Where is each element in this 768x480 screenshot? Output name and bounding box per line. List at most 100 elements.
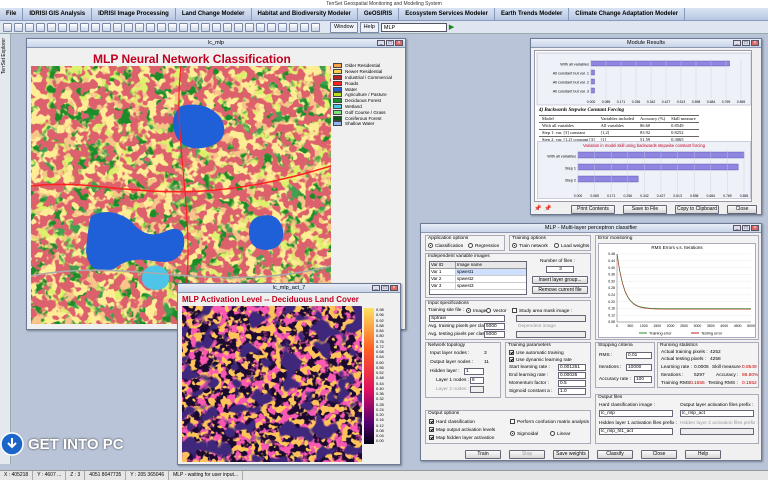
- maximize-icon[interactable]: □: [381, 285, 389, 291]
- menu-climate-change[interactable]: Climate Change Adaptation Modeler: [569, 7, 686, 21]
- menu-image-processing[interactable]: IDRISI Image Processing: [92, 7, 176, 21]
- rms-input[interactable]: 0.01: [626, 352, 652, 359]
- vector-radio[interactable]: Vector: [486, 308, 507, 314]
- menu-land-change-modeler[interactable]: Land Change Modeler: [176, 7, 252, 21]
- map-activation-checkbox[interactable]: Map output activation levels: [429, 427, 495, 433]
- train-button[interactable]: Train: [465, 450, 501, 459]
- close-icon[interactable]: ×: [751, 225, 759, 231]
- palette-icon[interactable]: [135, 22, 144, 32]
- shortcut-icon[interactable]: [201, 22, 210, 32]
- dependent-image-input[interactable]: [516, 331, 586, 338]
- automatic-training-checkbox[interactable]: Use automatic training: [509, 350, 564, 356]
- mlp-dialog[interactable]: MLP - Multi-layer perceptron classifier _…: [420, 223, 762, 461]
- window-menu-button[interactable]: Window: [330, 21, 358, 33]
- shortcut-combo[interactable]: MLP: [380, 22, 447, 32]
- maximize-icon[interactable]: □: [386, 40, 394, 46]
- study-mask-input[interactable]: [516, 315, 586, 322]
- copy-to-clipboard-button[interactable]: Copy to Clipboard: [675, 205, 719, 214]
- print-contents-button[interactable]: Print Contents: [571, 205, 615, 214]
- table-row[interactable]: Var 2 spwest2: [430, 275, 526, 283]
- close-icon[interactable]: ×: [751, 40, 759, 46]
- settings-icon[interactable]: [289, 22, 298, 32]
- hard-classification-checkbox[interactable]: Hard classification: [429, 419, 475, 425]
- grid-icon[interactable]: [300, 22, 309, 32]
- linear-radio[interactable]: Linear: [550, 431, 570, 437]
- zoom-out-icon[interactable]: [58, 22, 67, 32]
- avg-train-input[interactable]: 5000: [484, 323, 505, 330]
- edit-icon[interactable]: [113, 22, 122, 32]
- mlp-close-button[interactable]: Close: [641, 450, 677, 459]
- image-radio[interactable]: Image: [466, 308, 486, 314]
- dynamic-rate-checkbox[interactable]: Use dynamic learning rate: [509, 357, 572, 363]
- metadata-icon[interactable]: [168, 22, 177, 32]
- undo-icon[interactable]: [256, 22, 265, 32]
- table-row[interactable]: Var 3 spwest3: [430, 282, 526, 290]
- histogram-icon[interactable]: [157, 22, 166, 32]
- map-window-activation[interactable]: lc_mlp_act_7 _ □ × MLP Activation Level -- …: [177, 283, 401, 465]
- avg-test-input[interactable]: 5000: [484, 331, 505, 338]
- layer1-nodes-input[interactable]: 6: [470, 377, 484, 384]
- variable-grid[interactable]: Var ID Image name Var 1 spwest1 Var 2 spwes…: [429, 261, 527, 295]
- pan-icon[interactable]: [69, 22, 78, 32]
- hidden-prefix-input[interactable]: lc_mlp_hl1_act: [599, 428, 673, 435]
- save-weights-button[interactable]: Save weights: [553, 450, 589, 459]
- measure-icon[interactable]: [91, 22, 100, 32]
- table-row[interactable]: Var 1 spwest1: [430, 268, 526, 276]
- menu-ecosystem-services[interactable]: Ecosystem Services Modeler: [399, 7, 495, 21]
- study-mask-checkbox[interactable]: Study area mask image :: [512, 308, 572, 314]
- terrset-explorer-sidebar[interactable]: TerrSet Explorer: [0, 34, 11, 464]
- save-to-file-button[interactable]: Save to File: [623, 205, 667, 214]
- maximize-icon[interactable]: □: [742, 225, 750, 231]
- results-content[interactable]: With all variables All constant but var. …: [534, 50, 752, 202]
- refresh-icon[interactable]: [212, 22, 221, 32]
- activation-map[interactable]: [182, 306, 362, 462]
- minimize-icon[interactable]: _: [733, 40, 741, 46]
- activation-prefix-input[interactable]: lc_mlp_act: [680, 410, 754, 417]
- save-icon[interactable]: [14, 22, 23, 32]
- menu-gis-analysis[interactable]: IDRISI GIS Analysis: [23, 7, 93, 21]
- close-icon[interactable]: ×: [395, 40, 403, 46]
- pin2-icon[interactable]: 📌: [544, 205, 553, 213]
- run-icon[interactable]: ▶: [449, 23, 454, 31]
- start-rate-input[interactable]: 0.001251: [558, 364, 586, 371]
- info-icon[interactable]: [278, 22, 287, 32]
- minimize-icon[interactable]: _: [372, 285, 380, 291]
- layer-icon[interactable]: [124, 22, 133, 32]
- chart-icon[interactable]: [311, 22, 320, 32]
- mlp-help-button[interactable]: Help: [685, 450, 721, 459]
- display-icon[interactable]: [25, 22, 34, 32]
- accuracy-rate-input[interactable]: 100: [634, 376, 652, 383]
- paste-icon[interactable]: [245, 22, 254, 32]
- menu-geosiris[interactable]: GeOSIRIS: [358, 7, 400, 21]
- copy-icon[interactable]: [234, 22, 243, 32]
- load-weights-radio[interactable]: Load weights: [554, 243, 589, 249]
- stop-button[interactable]: Stop: [509, 450, 545, 459]
- menu-habitat-modeler[interactable]: Habitat and Biodiversity Modeler: [252, 7, 358, 21]
- confusion-matrix-checkbox[interactable]: Perform confusion matrix analysis: [510, 419, 589, 425]
- sigmoid-input[interactable]: 1.0: [558, 388, 586, 395]
- zoom-in-icon[interactable]: [47, 22, 56, 32]
- calculator-icon[interactable]: [179, 22, 188, 32]
- module-results-window[interactable]: Module Results _ □ × With all variables All …: [530, 38, 762, 215]
- classify-button[interactable]: Classify: [597, 450, 633, 459]
- maximize-icon[interactable]: □: [742, 40, 750, 46]
- hard-image-input[interactable]: lc_mlp: [599, 410, 673, 417]
- digitize-icon[interactable]: [102, 22, 111, 32]
- macro-icon[interactable]: [190, 22, 199, 32]
- num-files-input[interactable]: 3: [546, 266, 574, 273]
- stretch-icon[interactable]: [146, 22, 155, 32]
- momentum-input[interactable]: 0.5: [558, 380, 586, 387]
- classification-radio[interactable]: Classification: [428, 243, 463, 249]
- query-icon[interactable]: [80, 22, 89, 32]
- open-icon[interactable]: [3, 22, 12, 32]
- hidden2-prefix-input[interactable]: [680, 428, 754, 435]
- sigmoidal-radio[interactable]: Sigmoidal: [510, 431, 538, 437]
- iterations-input[interactable]: 10000: [626, 364, 652, 371]
- pin-icon[interactable]: 📌: [534, 205, 543, 213]
- help-menu-button[interactable]: Help: [359, 21, 379, 33]
- training-site-input[interactable]: Sptrain: [429, 315, 505, 322]
- results-close-button[interactable]: Close: [727, 205, 757, 214]
- minimize-icon[interactable]: _: [733, 225, 741, 231]
- redo-icon[interactable]: [267, 22, 276, 32]
- hidden-layer-select[interactable]: 1: [464, 368, 484, 375]
